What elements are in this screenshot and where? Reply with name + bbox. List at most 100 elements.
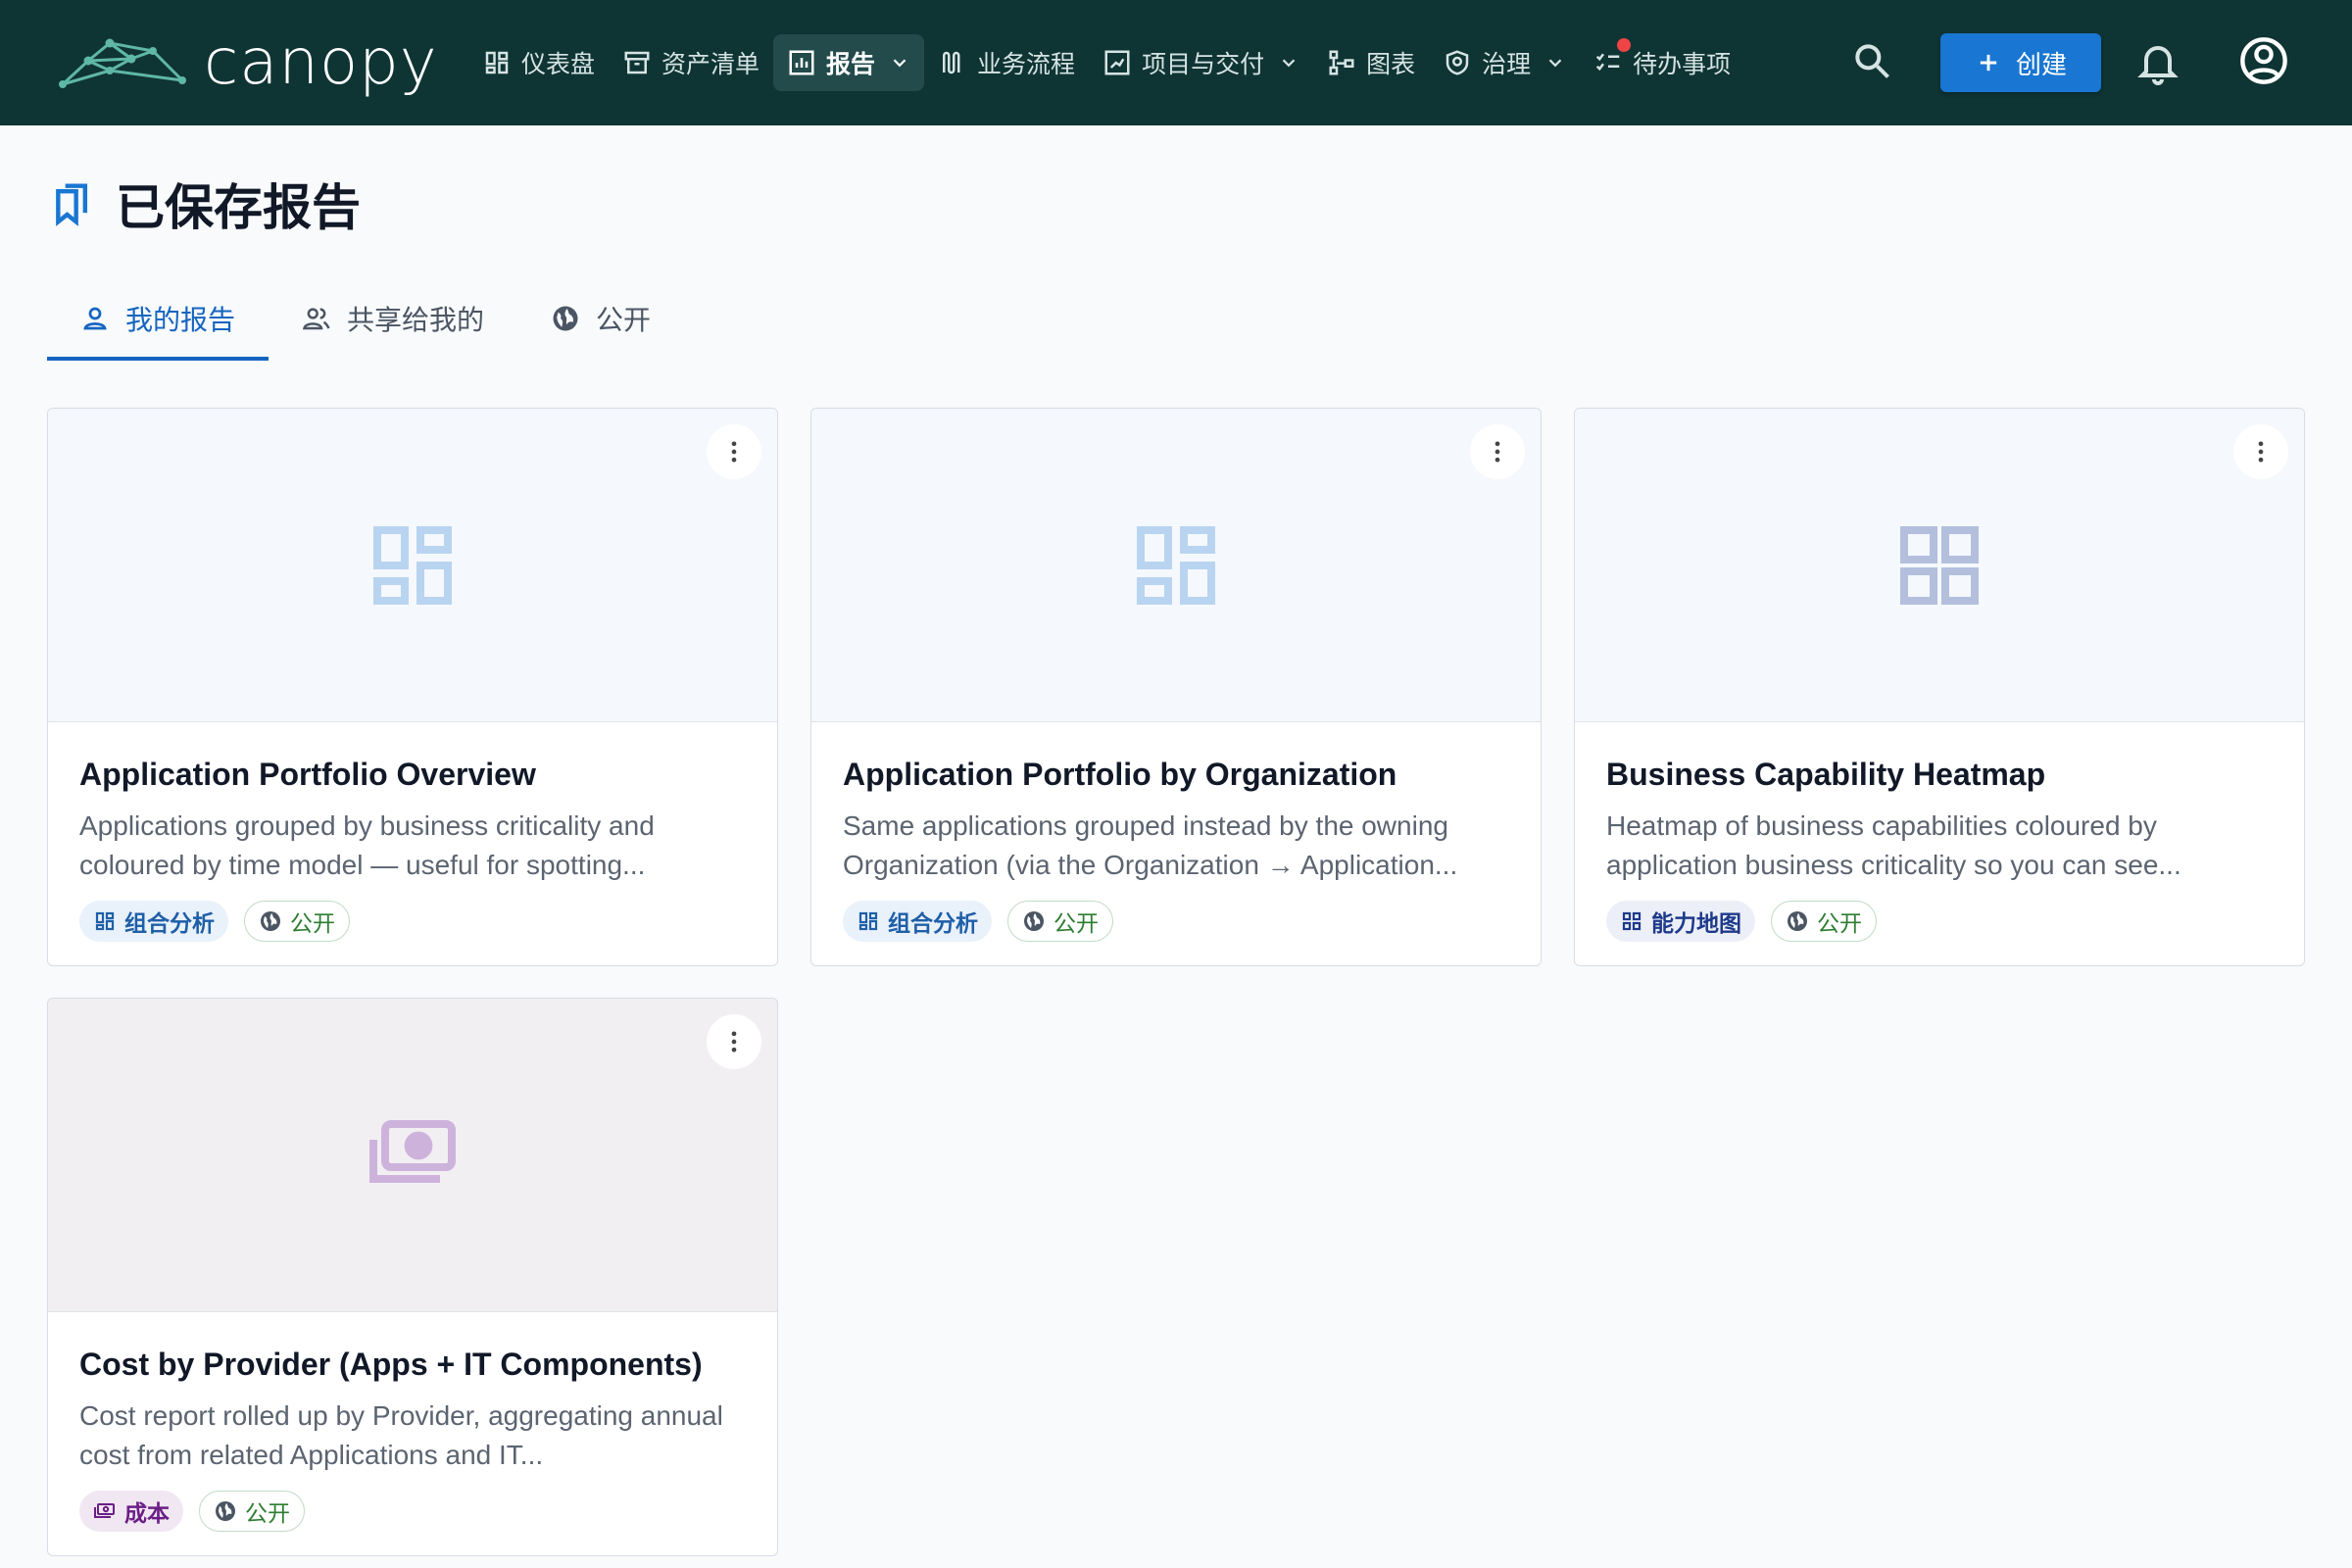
people-icon <box>302 308 330 330</box>
nav-reports[interactable]: 报告 <box>773 34 925 91</box>
report-card[interactable]: Business Capability Heatmap Heatmap of b… <box>1574 408 2305 966</box>
dashboard-icon <box>95 912 115 931</box>
account-button[interactable] <box>2238 35 2289 86</box>
report-card-thumbnail <box>1575 409 2304 722</box>
globe-icon <box>261 911 280 932</box>
create-button-label: 创建 <box>2015 49 2067 79</box>
tab-shared-with-me-label: 共享给我的 <box>347 305 485 335</box>
report-type-label: 组合分析 <box>888 910 978 937</box>
report-type-badge: 能力地图 <box>1606 901 1755 943</box>
nav-inventory-label: 资产清单 <box>662 51 760 78</box>
nav-business-process-label: 业务流程 <box>977 51 1076 78</box>
report-card-description: Same applications grouped instead by the… <box>843 810 1458 881</box>
grid-icon <box>1900 525 1979 605</box>
report-card-title: Cost by Provider (Apps + IT Components) <box>79 1347 703 1382</box>
report-card-description: Cost report rolled up by Provider, aggre… <box>79 1400 723 1471</box>
report-card-title: Application Portfolio by Organization <box>843 757 1397 792</box>
visibility-label: 公开 <box>290 910 335 937</box>
app-name: canopy <box>204 26 438 99</box>
card-menu-button[interactable] <box>2233 424 2288 479</box>
nav-governance-label: 治理 <box>1482 51 1532 78</box>
nav-inventory[interactable]: 资产清单 <box>609 34 773 91</box>
create-button[interactable]: 创建 <box>1940 33 2101 92</box>
report-type-badge: 成本 <box>79 1491 183 1533</box>
report-type-label: 组合分析 <box>124 910 215 937</box>
nav-business-process[interactable]: 业务流程 <box>924 34 1089 91</box>
projects-icon <box>1104 50 1130 75</box>
report-card-title: Business Capability Heatmap <box>1606 757 2046 792</box>
visibility-badge: 公开 <box>199 1491 305 1533</box>
tab-my-reports-label: 我的报告 <box>125 305 236 335</box>
tab-my-reports[interactable]: 我的报告 <box>47 276 270 361</box>
nav-diagrams[interactable]: 图表 <box>1313 34 1429 91</box>
tab-shared-with-me[interactable]: 共享给我的 <box>269 276 517 361</box>
nav-diagrams-label: 图表 <box>1366 51 1416 78</box>
report-card[interactable]: Application Portfolio Overview Applicati… <box>47 408 778 966</box>
capability-grid-icon <box>1622 912 1642 931</box>
reports-icon <box>789 50 814 75</box>
search-icon <box>1855 44 1889 78</box>
notifications-button[interactable] <box>2134 37 2181 86</box>
grid-icon <box>1137 525 1215 605</box>
bell-icon <box>2137 46 2179 85</box>
report-tabs: 我的报告 共享给我的 公开 <box>47 276 684 361</box>
more-vertical-icon <box>731 1031 737 1053</box>
main-nav: 仪表盘 资产清单 报告 业务流程 项目与交付 图表 治理 待办事项 <box>468 33 1744 92</box>
person-icon <box>83 307 107 330</box>
report-type-badge: 组合分析 <box>843 901 992 943</box>
report-type-badge: 组合分析 <box>79 901 228 943</box>
dashboard-icon <box>858 912 878 931</box>
report-card[interactable]: Cost by Provider (Apps + IT Components) … <box>47 998 778 1556</box>
tab-public[interactable]: 公开 <box>517 276 684 361</box>
inventory-icon <box>624 51 650 74</box>
dashboard-icon <box>485 51 509 74</box>
report-type-label: 成本 <box>124 1500 170 1527</box>
report-card-thumbnail <box>811 409 1541 722</box>
visibility-label: 公开 <box>245 1500 290 1527</box>
grid-icon <box>373 525 452 605</box>
report-card-thumbnail <box>48 999 777 1312</box>
globe-icon <box>216 1501 235 1522</box>
money-icon <box>94 1503 115 1519</box>
report-card-description: Heatmap of business capabilities coloure… <box>1606 810 2181 881</box>
report-card[interactable]: Application Portfolio by Organization Sa… <box>810 408 1542 966</box>
visibility-label: 公开 <box>1054 910 1099 937</box>
search-button[interactable] <box>1850 39 1893 82</box>
nav-reports-label: 报告 <box>826 51 876 78</box>
todo-icon <box>1595 53 1620 72</box>
page-title: 已保存报告 <box>116 180 361 235</box>
chevron-down-icon <box>893 59 906 68</box>
more-vertical-icon <box>2258 441 2264 463</box>
tab-public-label: 公开 <box>596 305 652 335</box>
visibility-badge: 公开 <box>1771 901 1877 943</box>
user-avatar-icon <box>2240 37 2287 84</box>
top-navbar: canopy 仪表盘 资产清单 报告 业务流程 项目与交付 图表 治理 待办事项… <box>0 0 2352 125</box>
money-icon <box>369 1119 456 1183</box>
more-vertical-icon <box>731 441 737 463</box>
nav-todo-label: 待办事项 <box>1633 51 1732 78</box>
report-card-description: Applications grouped by business critica… <box>79 810 655 881</box>
globe-icon <box>1788 911 1807 932</box>
report-type-label: 能力地图 <box>1651 910 1741 937</box>
nav-projects-label: 项目与交付 <box>1142 51 1265 78</box>
visibility-label: 公开 <box>1817 910 1862 937</box>
nav-projects[interactable]: 项目与交付 <box>1089 34 1313 91</box>
nav-todo[interactable]: 待办事项 <box>1580 34 1744 91</box>
page-header: 已保存报告 <box>51 172 361 235</box>
nav-dashboard-label: 仪表盘 <box>521 51 596 78</box>
report-card-thumbnail <box>48 409 777 722</box>
visibility-badge: 公开 <box>1007 901 1113 943</box>
card-menu-button[interactable] <box>707 424 761 479</box>
card-menu-button[interactable] <box>1470 424 1525 479</box>
globe-icon <box>553 306 578 331</box>
nav-dashboard[interactable]: 仪表盘 <box>468 34 609 91</box>
visibility-badge: 公开 <box>244 901 350 943</box>
bookmark-icon <box>56 183 88 226</box>
app-logo[interactable]: canopy <box>59 27 438 98</box>
governance-icon <box>1446 50 1469 75</box>
plus-icon <box>1980 54 1997 72</box>
globe-icon <box>1024 911 1044 932</box>
card-menu-button[interactable] <box>707 1014 761 1069</box>
nav-governance[interactable]: 治理 <box>1429 34 1580 91</box>
diagram-icon <box>1329 50 1354 75</box>
